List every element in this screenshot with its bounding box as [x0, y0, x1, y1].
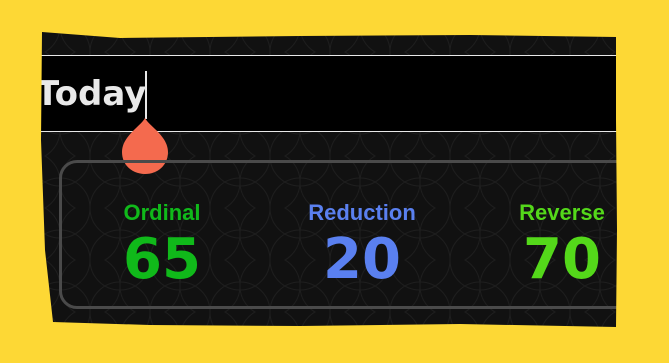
stat-reduction: Reduction 20	[272, 200, 452, 292]
stat-value: 70	[523, 227, 601, 292]
text-caret	[145, 71, 147, 119]
stat-ordinal: Ordinal 65	[72, 200, 252, 292]
stat-value: 20	[323, 227, 401, 292]
title-input[interactable]	[36, 70, 336, 118]
stat-label: Reduction	[308, 200, 416, 225]
stat-label: Ordinal	[123, 200, 201, 225]
stat-value: 65	[123, 227, 201, 292]
stat-label: Reverse	[519, 200, 605, 225]
stat-reverse: Reverse 70	[472, 200, 652, 292]
